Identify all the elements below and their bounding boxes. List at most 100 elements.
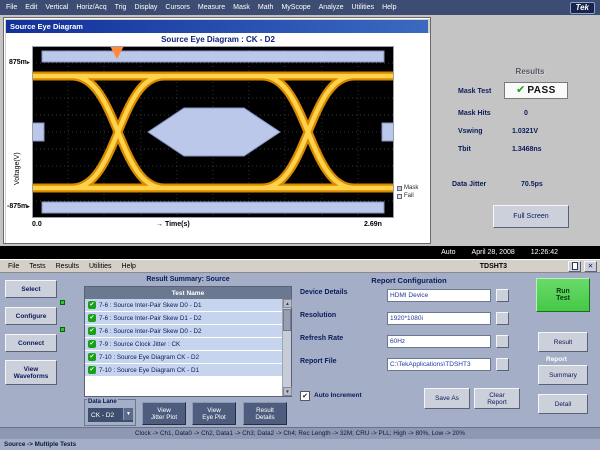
menu-horiz-acq[interactable]: Horiz/Acq — [72, 4, 110, 11]
table-row[interactable]: ✔ 7-9 : Source Clock Jitter : CK — [85, 338, 283, 351]
device-details-keypad-button[interactable] — [496, 289, 509, 302]
app-title: TDSHT3 — [480, 263, 507, 270]
result-summary-title: Result Summary: Source — [84, 276, 292, 283]
device-details-field[interactable] — [387, 289, 491, 302]
y-axis-title: Voltage(V) — [14, 152, 21, 185]
vswing-value: 1.0321V — [512, 128, 538, 135]
scrollbar-thumb[interactable] — [283, 309, 291, 331]
table-scrollbar[interactable]: ▲ ▼ — [282, 299, 291, 396]
eye-window-titlebar[interactable]: Source Eye Diagram — [6, 20, 428, 33]
mask-hits-label: Mask Hits — [458, 110, 491, 117]
menu-vertical[interactable]: Vertical — [41, 4, 72, 11]
pass-text: PASS — [527, 85, 556, 96]
report-file-field[interactable] — [387, 358, 491, 371]
tbit-value: 1.3468ns — [512, 146, 542, 153]
menu-math[interactable]: Math — [254, 4, 278, 11]
plot-legend: Mask Fail — [397, 185, 418, 201]
y-axis-max-label: 875m — [9, 59, 27, 66]
app-main: Select Configure Connect View Waveforms … — [0, 273, 600, 427]
resolution-field[interactable] — [387, 312, 491, 325]
channel-config-status-bar: Clock -> Ch1, Data0 -> Ch2, Data1 -> Ch3… — [0, 427, 600, 439]
result-summary-table: Test Name ✔ 7-6 : Source Inter-Pair Skew… — [84, 286, 292, 397]
view-eye-plot-button[interactable]: View Eye Plot — [192, 402, 236, 425]
report-file-keypad-button[interactable] — [496, 358, 509, 371]
report-window-button[interactable] — [568, 261, 581, 272]
x-axis-title: → Time(s) — [156, 221, 190, 228]
close-icon: ✕ — [588, 262, 593, 271]
menu-edit[interactable]: Edit — [21, 4, 41, 11]
menu-help[interactable]: Help — [378, 4, 400, 11]
menu-mask[interactable]: Mask — [229, 4, 254, 11]
data-lane-group: Data Lane CK - D2 ▼ — [84, 399, 136, 426]
select-led-indicator — [60, 300, 65, 305]
result-details-button[interactable]: Result Details — [243, 402, 287, 425]
detail-button[interactable]: Detail — [538, 394, 588, 414]
app-menu-tests[interactable]: Tests — [24, 263, 50, 270]
data-lane-label: Data Lane — [87, 399, 118, 405]
full-screen-button[interactable]: Full Screen — [493, 205, 569, 228]
menu-analyze[interactable]: Analyze — [315, 4, 348, 11]
x-axis-min-label: 0.0 — [32, 221, 42, 228]
table-row[interactable]: ✔ 7-6 : Source Inter-Pair Skew D0 - D1 — [85, 299, 283, 312]
menu-measure[interactable]: Measure — [194, 4, 229, 11]
pass-check-icon: ✔ — [88, 353, 96, 361]
app-menu-help[interactable]: Help — [117, 263, 141, 270]
channel-config-text: Clock -> Ch1, Data0 -> Ch2, Data1 -> Ch3… — [135, 430, 465, 437]
menu-trig[interactable]: Trig — [111, 4, 131, 11]
fail-legend-swatch — [397, 194, 402, 199]
x-axis-title-text: Time(s) — [165, 221, 190, 228]
test-selection-text: Source -> Multiple Tests — [4, 441, 76, 448]
pass-check-icon: ✔ — [516, 85, 525, 96]
save-as-button[interactable]: Save As — [424, 388, 470, 409]
menu-cursors[interactable]: Cursors — [161, 4, 194, 11]
arrow-right-icon: → — [156, 221, 163, 228]
menu-file[interactable]: File — [2, 4, 21, 11]
auto-increment-checkbox[interactable]: ✔ — [300, 391, 310, 401]
mask-test-result-badge: ✔ PASS — [504, 82, 568, 99]
pass-check-icon: ✔ — [88, 314, 96, 322]
mask-legend-label: Mask — [404, 185, 418, 191]
clear-report-button[interactable]: Clear Report — [474, 388, 520, 409]
vswing-label: Vswing — [458, 128, 483, 135]
app-menu-file[interactable]: File — [3, 263, 24, 270]
pass-check-icon: ✔ — [88, 340, 96, 348]
app-menu-utilities[interactable]: Utilities — [84, 263, 117, 270]
configure-led-indicator — [60, 327, 65, 332]
chevron-down-icon[interactable]: ▼ — [123, 408, 133, 420]
connect-button[interactable]: Connect — [5, 334, 57, 352]
table-column-header: Test Name — [85, 287, 291, 299]
scroll-up-icon[interactable]: ▲ — [283, 299, 292, 308]
scope-status-bar: Auto April 28, 2008 12:26:42 — [0, 246, 600, 259]
data-jitter-value: 70.5ps — [521, 181, 543, 188]
menu-display[interactable]: Display — [130, 4, 161, 11]
resolution-keypad-button[interactable] — [496, 312, 509, 325]
scroll-down-icon[interactable]: ▼ — [283, 387, 292, 396]
data-lane-dropdown[interactable]: CK - D2 ▼ — [88, 408, 133, 422]
summary-button[interactable]: Summary — [538, 365, 588, 385]
menu-myscope[interactable]: MyScope — [277, 4, 314, 11]
table-row[interactable]: ✔ 7-10 : Source Eye Diagram CK - D2 — [85, 351, 283, 364]
result-button[interactable]: Result — [538, 332, 588, 352]
configure-button[interactable]: Configure — [5, 307, 57, 325]
tick-marker-bottom-icon: ► — [26, 204, 31, 210]
table-row[interactable]: ✔ 7-6 : Source Inter-Pair Skew D0 - D2 — [85, 325, 283, 338]
fail-legend-label: Fail — [404, 193, 414, 199]
app-menu-results[interactable]: Results — [51, 263, 84, 270]
y-axis-min-label: -875m — [7, 203, 27, 210]
table-row[interactable]: ✔ 7-6 : Source Inter-Pair Skew D1 - D2 — [85, 312, 283, 325]
run-test-button[interactable]: Run Test — [536, 278, 590, 312]
device-details-label: Device Details — [300, 289, 347, 296]
refresh-rate-field[interactable] — [387, 335, 491, 348]
select-button[interactable]: Select — [5, 280, 57, 298]
menu-utilities[interactable]: Utilities — [348, 4, 379, 11]
view-waveforms-button[interactable]: View Waveforms — [5, 360, 57, 385]
mask-hits-value: 0 — [524, 110, 528, 117]
refresh-rate-keypad-button[interactable] — [496, 335, 509, 348]
tbit-label: Tbit — [458, 146, 471, 153]
document-icon — [572, 262, 578, 270]
table-row[interactable]: ✔ 7-10 : Source Eye Diagram CK - D1 — [85, 364, 283, 377]
view-jitter-plot-button[interactable]: View Jitter Plot — [142, 402, 186, 425]
results-panel-title: Results — [480, 67, 580, 76]
close-button[interactable]: ✕ — [584, 261, 597, 272]
report-section-label: Report — [546, 356, 567, 363]
